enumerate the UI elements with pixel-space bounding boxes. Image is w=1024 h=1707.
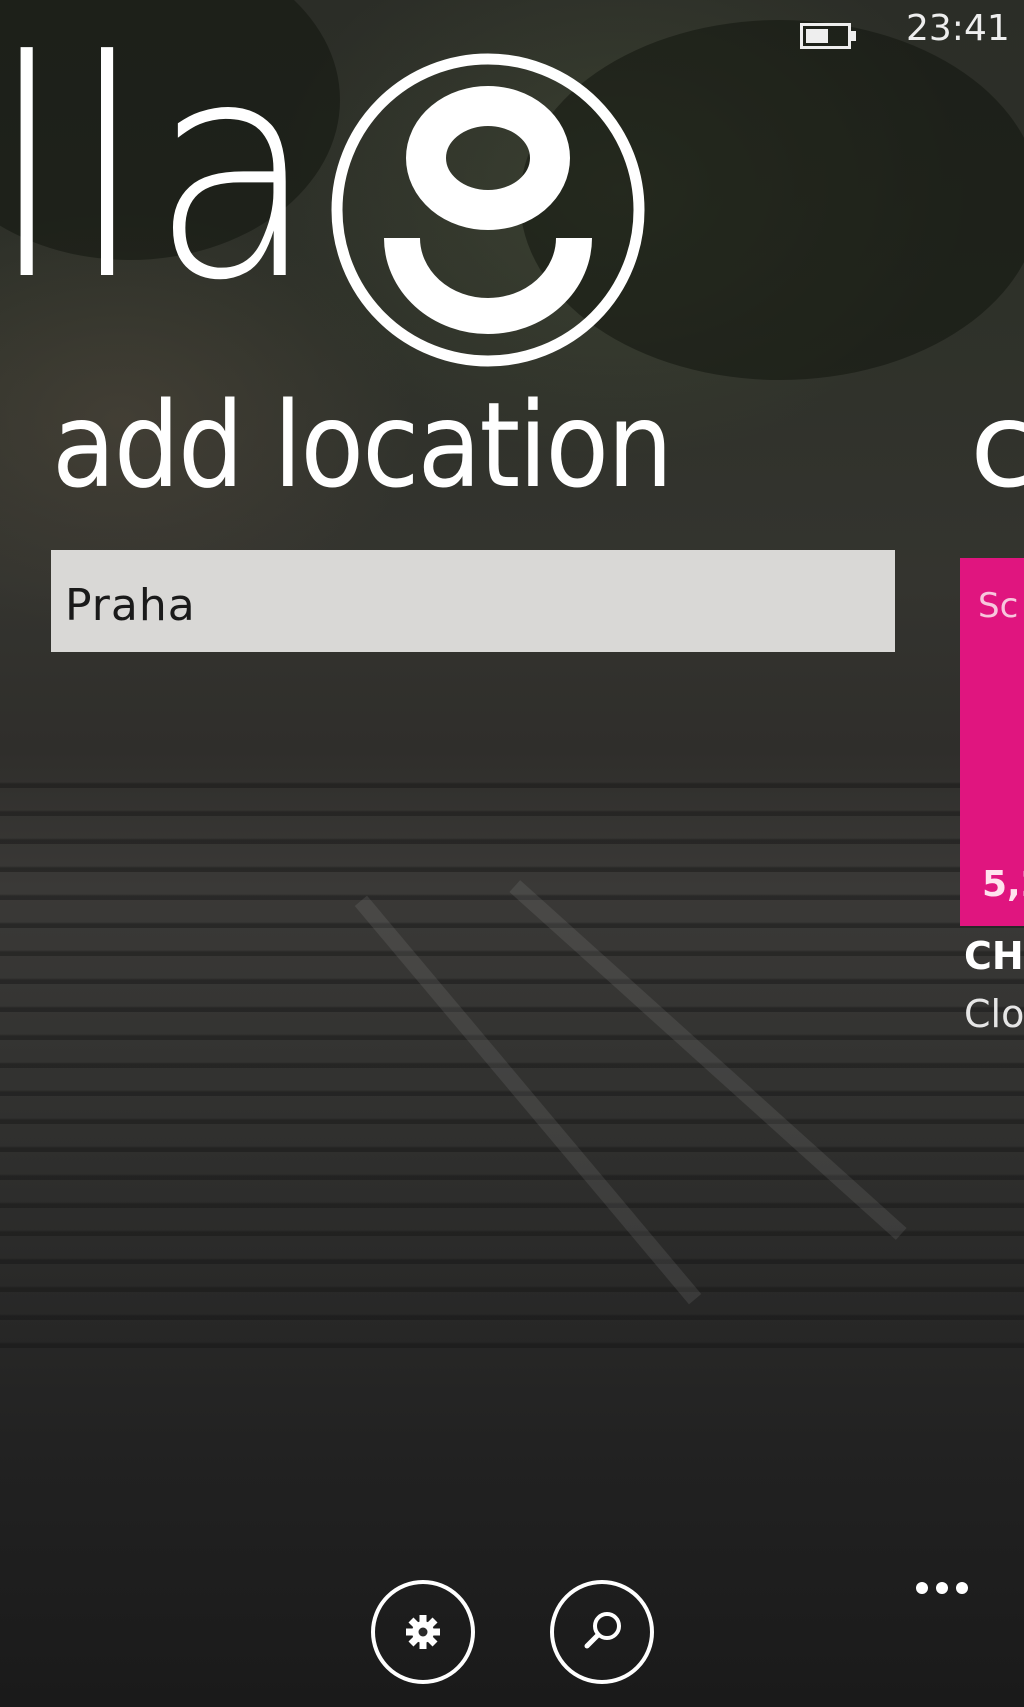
ellipsis-dot [936, 1582, 948, 1594]
ellipsis-dot [956, 1582, 968, 1594]
next-section-title-peek[interactable]: c [970, 380, 1024, 510]
ellipsis-dot [916, 1582, 928, 1594]
location-tile-top-text: Sc [978, 586, 1019, 626]
gear-icon [406, 1615, 440, 1649]
ellipsis-icon[interactable] [912, 1572, 984, 1600]
logo-icon [331, 53, 645, 367]
section-title: add location [52, 376, 673, 514]
location-tile[interactable]: Sc 5,2 [960, 558, 1024, 926]
search-icon [584, 1612, 621, 1649]
location-tile-condition: Clo [964, 992, 1024, 1036]
settings-button[interactable] [371, 1580, 475, 1684]
location-tile-value: 5,2 [982, 864, 1024, 905]
location-input[interactable] [51, 550, 895, 652]
status-clock: 23:41 [906, 8, 1010, 49]
search-button[interactable] [550, 1580, 654, 1684]
app-title: lla [0, 0, 322, 346]
phone-screen: 23:41 lla add location c Sc 5,2 CH Clo [0, 0, 1024, 1707]
location-tile-city: CH [964, 934, 1024, 978]
battery-icon [800, 23, 856, 49]
background-ground [0, 760, 1024, 1360]
